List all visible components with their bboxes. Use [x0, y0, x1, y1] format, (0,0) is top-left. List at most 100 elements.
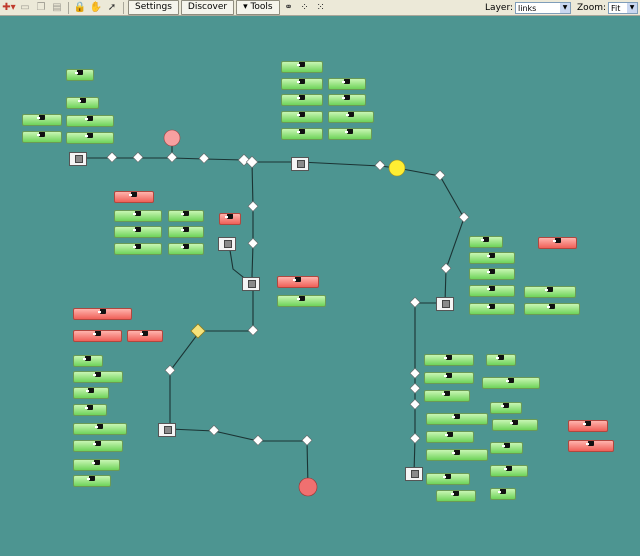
link-node[interactable]: [301, 434, 313, 446]
tools-button[interactable]: ▾ Tools: [236, 0, 280, 15]
device-node[interactable]: [490, 402, 522, 414]
pointer-icon[interactable]: ➚: [105, 2, 119, 14]
device-node[interactable]: [524, 286, 576, 298]
device-node[interactable]: [486, 354, 516, 366]
settings-button[interactable]: Settings: [128, 0, 179, 15]
device-node-alarm[interactable]: [73, 330, 122, 342]
device-node[interactable]: [328, 78, 366, 90]
link-node[interactable]: [409, 296, 421, 308]
device-node[interactable]: [73, 475, 111, 487]
link-node[interactable]: [409, 398, 421, 410]
device-node[interactable]: [328, 111, 374, 123]
link-node[interactable]: [247, 237, 259, 249]
link-node[interactable]: [106, 151, 118, 163]
device-node[interactable]: [73, 404, 107, 416]
device-node-alarm[interactable]: [538, 237, 577, 249]
device-node[interactable]: [424, 354, 474, 366]
add-icon[interactable]: ✚▾: [2, 2, 16, 14]
link-node[interactable]: [409, 432, 421, 444]
link-node[interactable]: [208, 424, 220, 436]
device-node[interactable]: [168, 210, 204, 222]
device-node-alarm[interactable]: [568, 440, 614, 452]
cloud-node[interactable]: [388, 159, 406, 177]
device-node[interactable]: [482, 377, 540, 389]
device-node[interactable]: [490, 488, 516, 500]
link-node[interactable]: [409, 382, 421, 394]
device-node[interactable]: [66, 69, 94, 81]
switch-node[interactable]: [242, 277, 260, 291]
device-node[interactable]: [328, 128, 372, 140]
link-node[interactable]: [198, 152, 210, 164]
discover-button[interactable]: Discover: [180, 0, 235, 15]
device-node[interactable]: [424, 372, 474, 384]
device-node-alarm[interactable]: [219, 213, 241, 225]
device-node-alarm[interactable]: [114, 191, 154, 203]
switch-node[interactable]: [436, 297, 454, 311]
copy-icon[interactable]: ❐: [34, 2, 48, 14]
device-node[interactable]: [22, 114, 62, 126]
device-node[interactable]: [426, 449, 488, 461]
device-node[interactable]: [73, 459, 120, 471]
link-node[interactable]: [247, 324, 259, 336]
device-node[interactable]: [281, 61, 323, 73]
hand-icon[interactable]: ✋: [89, 2, 103, 14]
device-node[interactable]: [426, 431, 474, 443]
cloud-node[interactable]: [298, 477, 318, 497]
link-node[interactable]: [132, 151, 144, 163]
device-node[interactable]: [436, 490, 476, 502]
device-node[interactable]: [281, 78, 323, 90]
device-node[interactable]: [469, 268, 515, 280]
arrange-icon[interactable]: ⁙: [314, 2, 328, 14]
link-node[interactable]: [166, 151, 178, 163]
device-node[interactable]: [66, 132, 114, 144]
link-node[interactable]: [458, 211, 470, 223]
device-node-alarm[interactable]: [73, 308, 132, 320]
device-node[interactable]: [73, 355, 103, 367]
device-node-alarm[interactable]: [277, 276, 319, 288]
switch-node[interactable]: [158, 423, 176, 437]
cloud-node[interactable]: [163, 129, 181, 147]
device-node[interactable]: [114, 226, 162, 238]
device-node[interactable]: [281, 111, 323, 123]
device-node[interactable]: [492, 419, 538, 431]
switch-node[interactable]: [218, 237, 236, 251]
device-node[interactable]: [114, 210, 162, 222]
device-node[interactable]: [424, 390, 470, 402]
device-node-alarm[interactable]: [568, 420, 608, 432]
link-node[interactable]: [252, 434, 264, 446]
device-node[interactable]: [469, 236, 503, 248]
device-node[interactable]: [168, 226, 204, 238]
delete-icon[interactable]: ▭: [18, 2, 32, 14]
device-node[interactable]: [281, 94, 323, 106]
device-node-alarm[interactable]: [127, 330, 163, 342]
device-node[interactable]: [277, 295, 326, 307]
link-node[interactable]: [374, 159, 386, 171]
device-node[interactable]: [426, 413, 488, 425]
link-node[interactable]: [440, 262, 452, 274]
device-node[interactable]: [66, 115, 114, 127]
binoculars-icon[interactable]: ⚭: [282, 2, 296, 14]
device-node[interactable]: [73, 423, 127, 435]
layout-icon[interactable]: ⁘: [298, 2, 312, 14]
zoom-select[interactable]: Fit ▼: [608, 1, 638, 14]
layer-select[interactable]: links ▼: [515, 1, 572, 14]
device-node[interactable]: [524, 303, 580, 315]
device-node[interactable]: [281, 128, 323, 140]
switch-node[interactable]: [291, 157, 309, 171]
device-node[interactable]: [469, 303, 515, 315]
device-node[interactable]: [490, 442, 523, 454]
link-node[interactable]: [434, 169, 446, 181]
device-node[interactable]: [73, 371, 123, 383]
switch-node[interactable]: [405, 467, 423, 481]
link-node[interactable]: [409, 367, 421, 379]
device-node[interactable]: [114, 243, 162, 255]
device-node[interactable]: [469, 252, 515, 264]
device-node[interactable]: [168, 243, 204, 255]
device-node[interactable]: [73, 440, 123, 452]
device-node[interactable]: [426, 473, 470, 485]
device-node[interactable]: [328, 94, 366, 106]
switch-node[interactable]: [69, 152, 87, 166]
properties-icon[interactable]: ▤: [50, 2, 64, 14]
device-node[interactable]: [22, 131, 62, 143]
lock-icon[interactable]: 🔒: [73, 2, 87, 14]
